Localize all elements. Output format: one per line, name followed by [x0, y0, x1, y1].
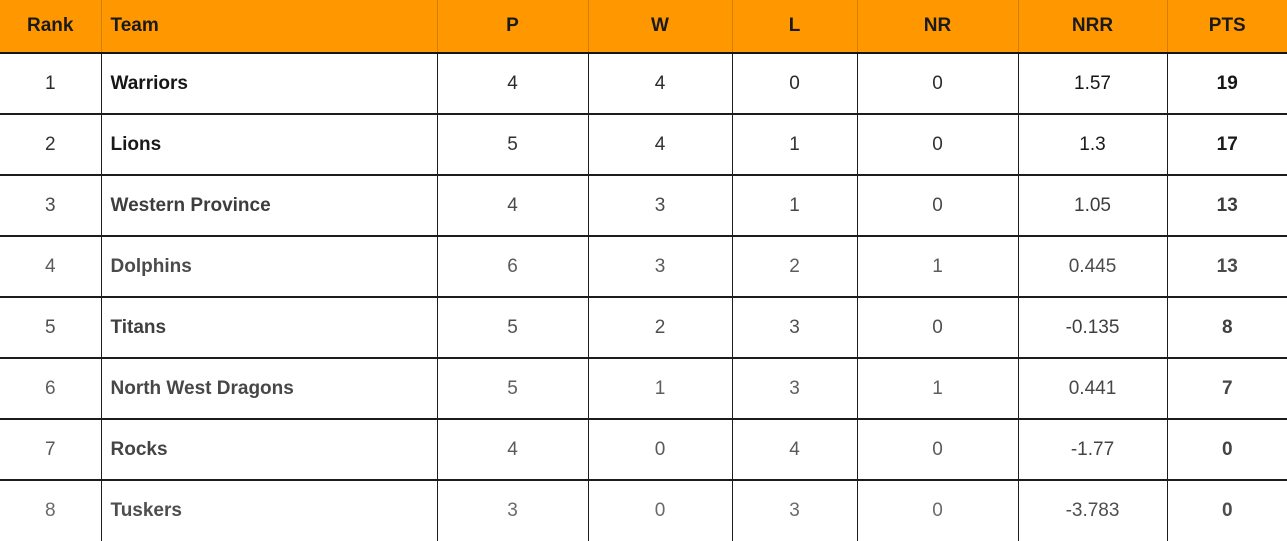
cell-l: 3	[732, 480, 858, 541]
cell-nr: 1	[857, 236, 1019, 298]
cell-nrr: 0.445	[1018, 236, 1168, 298]
cell-rank: 8	[0, 480, 102, 541]
cell-nr: 0	[857, 114, 1019, 176]
cell-nr: 1	[857, 358, 1019, 420]
cell-nrr: 1.57	[1018, 53, 1168, 115]
cell-p: 4	[437, 175, 589, 237]
cell-l: 4	[732, 419, 858, 481]
cell-pts: 13	[1167, 175, 1287, 237]
cell-team: Rocks	[101, 419, 438, 481]
cell-nr: 0	[857, 419, 1019, 481]
column-header-nr[interactable]: NR	[857, 0, 1019, 54]
table-body: 1 Warriors 4 4 0 0 1.57 19 2 Lions 5 4 1 0 1.3 17 3 Weste…	[0, 53, 1287, 541]
cell-team: Tuskers	[101, 480, 438, 541]
cell-w: 3	[588, 236, 733, 298]
cell-l: 1	[732, 175, 858, 237]
cell-p: 5	[437, 114, 589, 176]
cell-pts: 7	[1167, 358, 1287, 420]
points-table: Rank Team P W L NR NRR PTS 1 Warriors 4 4 0 0…	[0, 0, 1287, 541]
cell-pts: 0	[1221, 500, 1233, 521]
header-row: Rank Team P W L NR NRR PTS	[0, 0, 1287, 54]
table-row[interactable]: 8 Tuskers 3 0 3 0 -3.783 0	[0, 480, 1287, 541]
table-row[interactable]: 6 North West Dragons 5 1 3 1 0.441 7	[0, 358, 1287, 420]
cell-pts: 8	[1167, 297, 1287, 359]
cell-l: 0	[732, 53, 858, 115]
cell-nrr: 0.441	[1018, 358, 1168, 420]
table-row[interactable]: 1 Warriors 4 4 0 0 1.57 19	[0, 53, 1287, 115]
table-row[interactable]: 7 Rocks 4 0 4 0 -1.77 0	[0, 419, 1287, 481]
cell-p: 5	[437, 358, 589, 420]
cell-p: 4	[437, 53, 589, 115]
cell-nr: 0	[857, 175, 1019, 237]
column-header-nrr[interactable]: NRR	[1018, 0, 1168, 54]
cell-nr: 0	[857, 297, 1019, 359]
cell-l: 3	[732, 297, 858, 359]
cell-rank: 6	[0, 358, 102, 420]
cell-rank: 7	[0, 419, 102, 481]
cell-w: 2	[588, 297, 733, 359]
cell-rank: 5	[0, 297, 102, 359]
cell-nrr: -0.135	[1018, 297, 1168, 359]
cell-p: 4	[437, 419, 589, 481]
cell-nrr: 1.3	[1018, 114, 1168, 176]
column-header-w[interactable]: W	[588, 0, 733, 54]
cell-pts: 17	[1167, 114, 1287, 176]
cell-pts: 19	[1167, 53, 1287, 115]
column-header-rank[interactable]: Rank	[0, 0, 102, 54]
column-header-pts[interactable]: PTS	[1167, 0, 1287, 54]
cell-nr: 0	[857, 480, 1019, 541]
column-header-l[interactable]: L	[732, 0, 858, 54]
cell-w: 4	[588, 53, 733, 115]
cell-team: Lions	[101, 114, 438, 176]
cell-nr: 0	[857, 53, 1019, 115]
cell-pts: 13	[1167, 236, 1287, 298]
table-row[interactable]: 4 Dolphins 6 3 2 1 0.445 13	[0, 236, 1287, 298]
cell-rank: 3	[0, 175, 102, 237]
cell-w: 1	[588, 358, 733, 420]
cell-l: 3	[732, 358, 858, 420]
cell-p: 3	[437, 480, 589, 541]
cell-team: Dolphins	[101, 236, 438, 298]
column-header-p[interactable]: P	[437, 0, 589, 54]
cell-nrr: -1.77	[1018, 419, 1168, 481]
cell-nrr: -3.783	[1018, 480, 1168, 541]
cell-w: 0	[588, 419, 733, 481]
cell-rank: 4	[0, 236, 102, 298]
cell-nrr: 1.05	[1018, 175, 1168, 237]
cell-w: 0	[588, 480, 733, 541]
column-header-team[interactable]: Team	[101, 0, 438, 54]
cell-rank: 1	[0, 53, 102, 115]
table-row[interactable]: 2 Lions 5 4 1 0 1.3 17	[0, 114, 1287, 176]
cell-team: Titans	[101, 297, 438, 359]
cell-team: Warriors	[101, 53, 438, 115]
table-row[interactable]: 5 Titans 5 2 3 0 -0.135 8	[0, 297, 1287, 359]
cell-p: 6	[437, 236, 589, 298]
cell-team: Western Province	[101, 175, 438, 237]
table-row[interactable]: 3 Western Province 4 3 1 0 1.05 13	[0, 175, 1287, 237]
cell-pts: 0	[1167, 419, 1287, 481]
cell-l: 1	[732, 114, 858, 176]
cell-rank: 2	[0, 114, 102, 176]
cell-team: North West Dragons	[101, 358, 438, 420]
cell-p: 5	[437, 297, 589, 359]
cell-w: 4	[588, 114, 733, 176]
cell-l: 2	[732, 236, 858, 298]
cell-w: 3	[588, 175, 733, 237]
table-header: Rank Team P W L NR NRR PTS	[0, 0, 1287, 54]
